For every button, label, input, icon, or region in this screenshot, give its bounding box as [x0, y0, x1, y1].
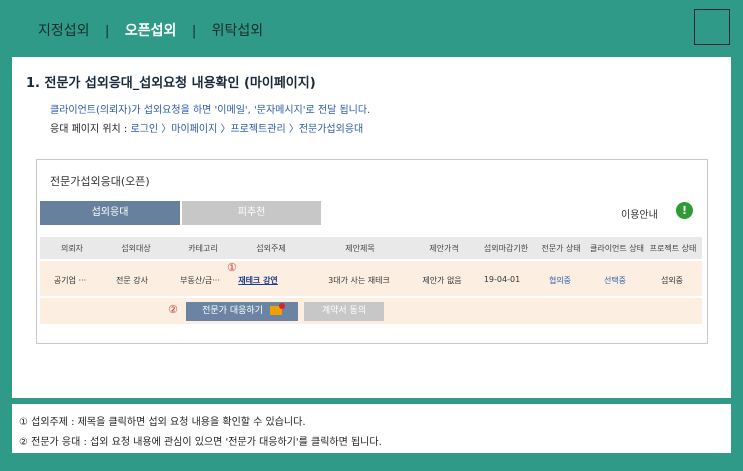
page-location-path: 로그인 〉마이페이지 〉프로젝트관리 〉전문가섭외응대	[130, 124, 364, 135]
tab-designated-casting[interactable]: 지정섭외	[38, 20, 90, 40]
col-client-status: 클라이언트 상태	[589, 244, 645, 253]
table-row: ① 공기업 ··· 전문 강사 부동산/금··· 재테크 강연 3대가 사는 재…	[40, 261, 702, 296]
top-nav: 지정섭외 | 오픈섭외 | 위탁섭외	[0, 0, 743, 60]
top-nav-tabs: 지정섭외 | 오픈섭외 | 위탁섭외	[38, 20, 263, 40]
table-header: 의뢰자 섭외대상 카테고리 섭외주제 제안제목 제안가격 섭외마감기한 전문가 …	[40, 237, 702, 259]
tab-recommended[interactable]: 피추천	[182, 201, 321, 225]
section-heading: 1. 전문가 섭외응대_섭외요청 내용확인 (마이페이지)	[26, 76, 316, 91]
cell-expert-status: 협의중	[548, 276, 572, 285]
notes-panel: ① 섭외주제 : 제목을 클릭하면 섭외 요청 내용을 확인할 수 있습니다. …	[12, 404, 731, 453]
cell-project-status: 섭외중	[660, 276, 684, 285]
marker-1: ①	[227, 261, 237, 274]
cell-target: 전문 강사	[116, 276, 148, 285]
col-expert-status: 전문가 상태	[541, 244, 581, 253]
cell-topic-link[interactable]: 재테크 강연	[238, 275, 278, 286]
page-location: 응대 페이지 위치 : 로그인 〉마이페이지 〉프로젝트관리 〉전문가섭외응대	[50, 120, 363, 135]
col-topic: 섭외주제	[256, 244, 286, 253]
cell-category: 부동산/금···	[180, 276, 220, 285]
usage-guide-label[interactable]: 이용안내	[621, 206, 658, 221]
col-deadline: 섭외마감기한	[483, 244, 529, 253]
col-proposal-title: 제안제목	[345, 244, 375, 253]
casting-response-card: 전문가섭외응대(오픈) 섭외응대 피추천 이용안내 ! 의뢰자 섭외대상 카테고…	[36, 159, 708, 344]
cell-client-status: 선택중	[603, 276, 627, 285]
table-action-row: ② 전문가 대응하기 계약서 동의	[40, 298, 702, 324]
expert-respond-button[interactable]: 전문가 대응하기	[186, 302, 298, 321]
page-location-label: 응대 페이지 위치 :	[50, 124, 128, 135]
col-target: 섭외대상	[121, 244, 151, 253]
col-project-status: 프로젝트 상태	[649, 244, 697, 253]
marker-2: ②	[168, 303, 178, 316]
contract-agree-button[interactable]: 계약서 동의	[304, 302, 384, 321]
note-topic: ① 섭외주제 : 제목을 클릭하면 섭외 요청 내용을 확인할 수 있습니다.	[19, 417, 306, 428]
usage-guide-icon[interactable]: !	[676, 202, 693, 219]
cell-client: 공기업 ···	[53, 276, 87, 285]
cell-proposal-title: 3대가 사는 재테크	[328, 276, 390, 285]
card-title: 전문가섭외응대(오픈)	[50, 175, 150, 188]
mail-notification-icon	[269, 303, 285, 315]
corner-box	[694, 9, 730, 45]
col-client: 의뢰자	[60, 244, 84, 253]
tab-separator: |	[104, 24, 110, 39]
tab-open-casting[interactable]: 오픈섭외	[125, 20, 177, 40]
col-price: 제안가격	[429, 244, 459, 253]
col-category: 카테고리	[188, 244, 218, 253]
tab-consigned-casting[interactable]: 위탁섭외	[212, 20, 264, 40]
section-description: 클라이언트(의뢰자)가 섭외요청을 하면 '이메일', '문자메시지'로 전달 …	[50, 105, 371, 116]
cell-deadline: 19-04-01	[483, 275, 521, 284]
tab-separator: |	[191, 24, 197, 39]
expert-respond-label: 전문가 대응하기	[202, 306, 263, 316]
cell-price: 제안가 없음	[422, 276, 462, 285]
tab-casting-response[interactable]: 섭외응대	[40, 201, 180, 225]
note-respond: ② 전문가 응대 : 섭외 요청 내용에 관심이 있으면 '전문가 대응하기'를…	[19, 437, 382, 448]
main-panel: 1. 전문가 섭외응대_섭외요청 내용확인 (마이페이지) 클라이언트(의뢰자)…	[12, 57, 731, 398]
